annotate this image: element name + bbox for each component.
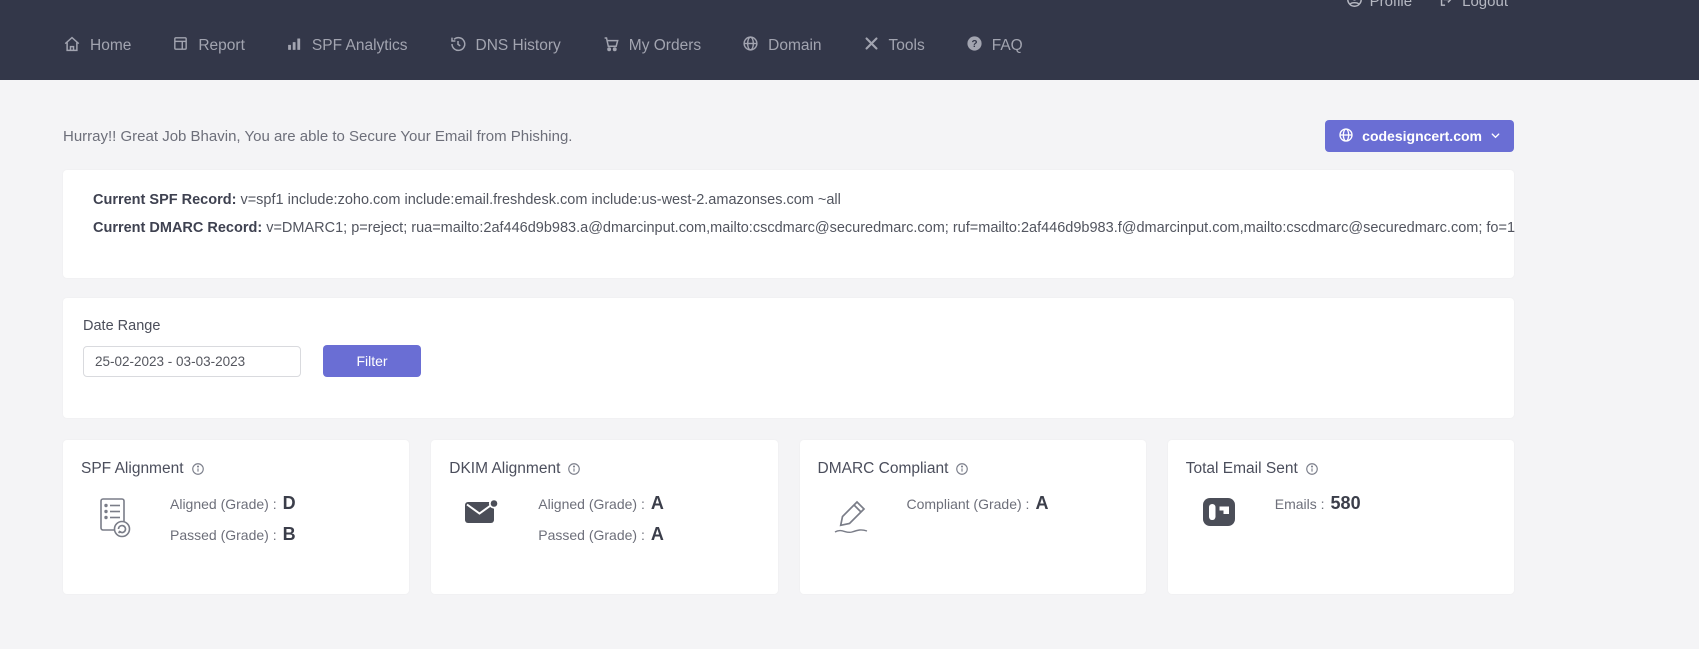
nav-item-my-orders[interactable]: My Orders [602,35,701,58]
nav-label: FAQ [992,37,1023,55]
card-title: DKIM Alignment [449,460,560,478]
total-email-sent-card: Total Email Sent Emails : 580 [1168,440,1514,594]
grade-value: B [283,524,296,545]
home-icon [63,35,81,58]
spf-record-label: Current SPF Record: [93,192,236,208]
logout-link[interactable]: Logout [1438,0,1508,12]
stat-label: Passed (Grade) : [170,527,277,543]
stat-label: Aligned (Grade) : [538,496,645,512]
nav-item-spf-analytics[interactable]: SPF Analytics [286,35,408,57]
question-icon: ? [966,35,983,57]
nav-item-domain[interactable]: Domain [742,35,821,57]
grade-value: A [651,493,664,514]
chevron-down-icon [1490,128,1501,144]
nav-item-report[interactable]: Report [172,35,245,57]
info-icon[interactable] [191,462,205,476]
nav-label: My Orders [629,37,701,55]
domain-selector-label: codesigncert.com [1362,128,1482,144]
signature-pen-icon [831,493,871,535]
date-range-input[interactable] [83,346,301,377]
spf-record-value: v=spf1 include:zoho.com include:email.fr… [240,192,840,208]
mailbox-icon [1199,493,1239,527]
profile-link[interactable]: Profile [1346,0,1413,12]
mail-badge-icon [462,493,502,555]
info-icon[interactable] [1305,462,1319,476]
stat-cards-row: SPF Alignment Aligned (Grad [63,440,1514,594]
globe-icon [1338,127,1354,146]
nav-label: Report [198,37,245,55]
email-count-value: 580 [1331,493,1361,514]
nav-label: Home [90,37,131,55]
stat-label: Passed (Grade) : [538,527,645,543]
stat-row: Compliant (Grade) : A [907,493,1049,515]
stat-row: Passed (Grade) : B [170,524,296,546]
nav-label: Domain [768,37,821,55]
bar-chart-icon [286,35,303,57]
card-title: Total Email Sent [1186,460,1298,478]
info-icon[interactable] [955,462,969,476]
date-range-label: Date Range [83,318,1494,335]
stat-row: Aligned (Grade) : A [538,493,664,515]
cart-icon [602,35,620,58]
stat-label: Compliant (Grade) : [907,496,1030,512]
profile-icon [1346,0,1363,12]
filter-button[interactable]: Filter [323,345,421,377]
dkim-alignment-card: DKIM Alignment Aligned (Grade) : A [431,440,777,594]
nav-label: DNS History [476,37,561,55]
nav-item-tools[interactable]: Tools [863,35,925,57]
nav-label: Tools [889,37,925,55]
dmarc-record-line: Current DMARC Record: v=DMARC1; p=reject… [93,218,1484,238]
card-title: SPF Alignment [81,460,184,478]
globe-icon [742,35,759,57]
dns-records-card: Current SPF Record: v=spf1 include:zoho.… [63,170,1514,278]
stat-row: Passed (Grade) : A [538,524,664,546]
nav-item-home[interactable]: Home [63,35,131,58]
report-icon [172,35,189,57]
domain-selector-button[interactable]: codesigncert.com [1325,120,1514,152]
card-title: DMARC Compliant [818,460,949,478]
stat-row: Aligned (Grade) : D [170,493,296,515]
nav-item-faq[interactable]: ? FAQ [966,35,1023,57]
history-icon [449,35,467,58]
stat-label: Aligned (Grade) : [170,496,277,512]
main-content: Hurray!! Great Job Bhavin, You are able … [63,120,1514,594]
grade-value: A [1035,493,1048,514]
dmarc-record-value: v=DMARC1; p=reject; rua=mailto:2af446d9b… [266,220,1515,236]
grade-value: D [283,493,296,514]
spf-record-icon [94,493,134,555]
greeting-message: Hurray!! Great Job Bhavin, You are able … [63,128,572,145]
logout-label: Logout [1462,0,1508,10]
nav-item-dns-history[interactable]: DNS History [449,35,561,58]
stat-label: Emails : [1275,496,1325,512]
main-nav: Home Report SPF Analytics DNS History My… [0,0,1699,80]
info-icon[interactable] [567,462,581,476]
nav-label: SPF Analytics [312,37,408,55]
stat-row: Emails : 580 [1275,493,1361,515]
tools-icon [863,35,880,57]
dmarc-record-label: Current DMARC Record: [93,220,262,236]
svg-text:?: ? [971,39,977,50]
top-navbar: Profile Logout Home Report SPF Analytics… [0,0,1699,80]
account-links: Profile Logout [1346,0,1508,12]
dmarc-compliant-card: DMARC Compliant Compliant (Grade) : A [800,440,1146,594]
spf-record-line: Current SPF Record: v=spf1 include:zoho.… [93,190,1484,210]
grade-value: A [651,524,664,545]
spf-alignment-card: SPF Alignment Aligned (Grad [63,440,409,594]
logout-icon [1438,0,1455,12]
profile-label: Profile [1370,0,1413,10]
date-filter-card: Date Range Filter [63,298,1514,418]
